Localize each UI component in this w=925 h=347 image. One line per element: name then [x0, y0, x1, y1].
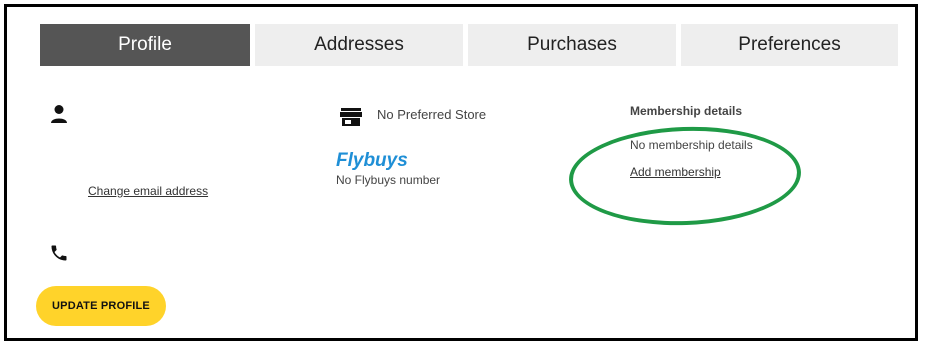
store-icon [340, 107, 362, 132]
flybuys-status: No Flybuys number [336, 173, 441, 187]
flybuys-logo: Flybuys [336, 150, 408, 171]
tab-preferences[interactable]: Preferences [681, 24, 898, 66]
user-icon [50, 104, 68, 129]
change-email-link[interactable]: Change email address [88, 184, 208, 198]
phone-icon [49, 243, 69, 268]
tab-addresses[interactable]: Addresses [255, 24, 463, 66]
tab-profile[interactable]: Profile [40, 24, 250, 66]
membership-title: Membership details [630, 104, 743, 118]
preferred-store-label: No Preferred Store [377, 107, 487, 122]
tab-purchases[interactable]: Purchases [468, 24, 676, 66]
update-profile-button[interactable]: UPDATE PROFILE [36, 286, 166, 326]
